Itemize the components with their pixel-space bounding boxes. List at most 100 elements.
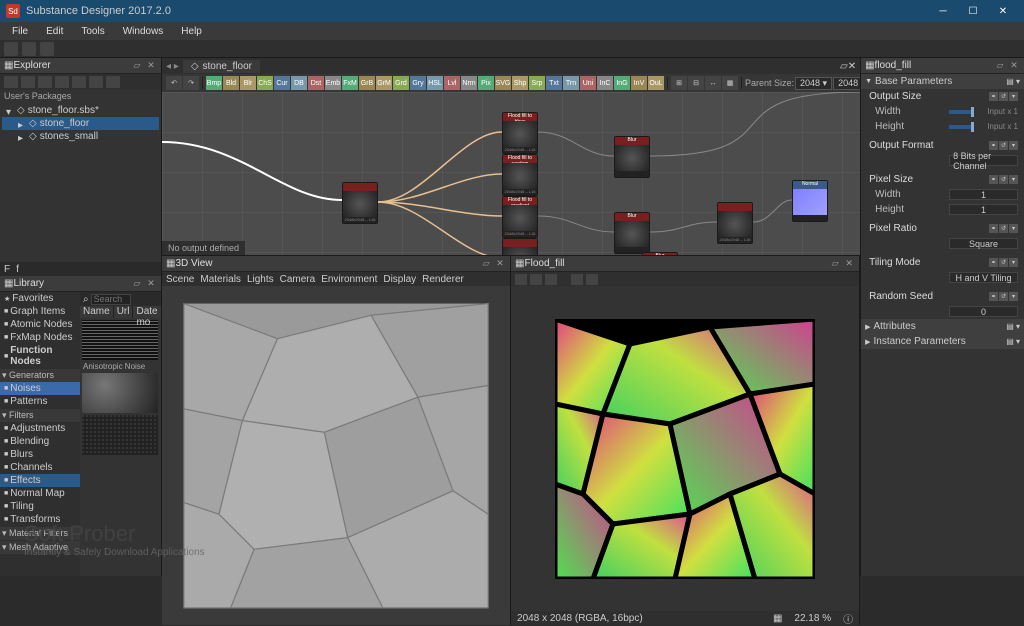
- node-chip-srp[interactable]: Srp: [529, 76, 545, 90]
- graph-node[interactable]: Blur: [614, 136, 650, 178]
- explorer-tool-button[interactable]: [72, 76, 86, 88]
- tree-item[interactable]: ▸◇stone_floor: [2, 117, 159, 130]
- library-category[interactable]: ■Effects: [0, 474, 80, 487]
- library-column[interactable]: Date mo: [133, 306, 161, 318]
- parent-size-dropdown[interactable]: 2048 ▾: [833, 77, 860, 90]
- explorer-tool-button[interactable]: [38, 76, 52, 88]
- panel-close-button[interactable]: ✕: [494, 258, 506, 270]
- grid-icon[interactable]: ▦: [773, 613, 782, 624]
- explorer-tool-button[interactable]: [4, 76, 18, 88]
- graph-node[interactable]: Flood fill to random2048x2048 – L16: [502, 154, 538, 196]
- tree-item[interactable]: ▾◇stone_floor.sbs*: [2, 104, 159, 117]
- view3d-menu-display[interactable]: Display: [383, 274, 416, 285]
- link-icon[interactable]: ⚭: [989, 141, 998, 150]
- view2d-tool-button[interactable]: [515, 274, 527, 285]
- view3d-menu-renderer[interactable]: Renderer: [422, 274, 464, 285]
- library-category[interactable]: ■Function Nodes: [0, 344, 80, 368]
- graph-node[interactable]: 2048x2048 – L16: [342, 182, 378, 224]
- graph-tab[interactable]: ◇ stone_floor: [183, 60, 260, 73]
- node-chip-svg[interactable]: SVG: [495, 76, 511, 90]
- explorer-tool-button[interactable]: [89, 76, 103, 88]
- library-category[interactable]: ■Blending: [0, 435, 80, 448]
- node-chip-bld[interactable]: Bld: [223, 76, 239, 90]
- node-chip-inc[interactable]: InC: [597, 76, 613, 90]
- view2d-tool-button[interactable]: [545, 274, 557, 285]
- graph-tab-nav[interactable]: ◂ ▸: [166, 61, 179, 72]
- graph-node[interactable]: Blur: [642, 252, 678, 255]
- library-category[interactable]: ■Noises: [0, 382, 80, 395]
- node-chip-uni[interactable]: Uni: [580, 76, 596, 90]
- node-chip-lvl[interactable]: Lvl: [444, 76, 460, 90]
- library-category[interactable]: ■Patterns: [0, 395, 80, 408]
- menu-icon[interactable]: ▾: [1009, 141, 1018, 150]
- prop-value[interactable]: 1: [949, 189, 1018, 200]
- menu-windows[interactable]: Windows: [115, 24, 172, 39]
- prop-slider[interactable]: [949, 110, 974, 114]
- prop-value[interactable]: 1: [949, 204, 1018, 215]
- library-category[interactable]: ■Atomic Nodes: [0, 318, 80, 331]
- node-chip-inv[interactable]: InV: [631, 76, 647, 90]
- menu-icon[interactable]: ▾: [1009, 224, 1018, 233]
- library-thumbnail[interactable]: [82, 415, 158, 455]
- graph-view-button[interactable]: ↔: [705, 76, 721, 90]
- link-icon[interactable]: ⚭: [989, 258, 998, 267]
- panel-float-button[interactable]: ▱: [840, 61, 848, 72]
- menu-icon[interactable]: ▾: [1009, 175, 1018, 184]
- library-category[interactable]: ■Tiling: [0, 500, 80, 513]
- reset-icon[interactable]: ↺: [999, 224, 1008, 233]
- toolbar-button[interactable]: [40, 42, 54, 56]
- library-category[interactable]: ■Normal Map: [0, 487, 80, 500]
- menu-icon[interactable]: ▾: [1009, 258, 1018, 267]
- library-category[interactable]: ■Adjustments: [0, 422, 80, 435]
- node-chip-pix[interactable]: Pix: [478, 76, 494, 90]
- panel-float-button[interactable]: ▱: [480, 258, 492, 270]
- view3d-menu-lights[interactable]: Lights: [247, 274, 274, 285]
- view3d-menu-environment[interactable]: Environment: [321, 274, 377, 285]
- graph-undo-button[interactable]: ↷: [183, 76, 199, 90]
- node-chip-grd[interactable]: Grd: [393, 76, 409, 90]
- prop-value[interactable]: 8 Bits per Channel: [949, 155, 1018, 166]
- menu-file[interactable]: File: [4, 24, 36, 39]
- reset-icon[interactable]: ↺: [999, 292, 1008, 301]
- node-chip-grm[interactable]: GrM: [376, 76, 392, 90]
- node-chip-ing[interactable]: InG: [614, 76, 630, 90]
- prop-section-header[interactable]: ▼Base Parameters▤ ▾: [861, 74, 1024, 89]
- section-menu-icon[interactable]: ▤ ▾: [1006, 337, 1020, 346]
- link-icon[interactable]: ⚭: [989, 92, 998, 101]
- library-column[interactable]: Name: [80, 306, 114, 318]
- panel-close-button[interactable]: ✕: [848, 61, 856, 72]
- node-chip-emb[interactable]: Emb: [325, 76, 341, 90]
- graph-view-button[interactable]: ⊞: [671, 76, 687, 90]
- menu-tools[interactable]: Tools: [73, 24, 112, 39]
- panel-float-button[interactable]: ▱: [131, 278, 143, 290]
- graph-node[interactable]: 2048x2048 – L16: [717, 202, 753, 244]
- panel-close-button[interactable]: ✕: [145, 278, 157, 290]
- graph-undo-button[interactable]: ↶: [166, 76, 182, 90]
- window-close-button[interactable]: ✕: [988, 0, 1018, 22]
- info-icon[interactable]: ⓘ: [843, 611, 853, 626]
- prop-section-header[interactable]: ▶Attributes▤ ▾: [861, 319, 1024, 334]
- toolbar-button[interactable]: [22, 42, 36, 56]
- view2d-tool-button[interactable]: [586, 274, 598, 285]
- library-category[interactable]: ■Blurs: [0, 448, 80, 461]
- node-chip-db[interactable]: DB: [291, 76, 307, 90]
- prop-section-header[interactable]: ▶Instance Parameters▤ ▾: [861, 334, 1024, 349]
- view3d-menu-materials[interactable]: Materials: [200, 274, 241, 285]
- graph-node[interactable]: Flood fill to bbox2048x2048 – L16: [502, 112, 538, 154]
- link-icon[interactable]: ⚭: [989, 175, 998, 184]
- explorer-tool-button[interactable]: [21, 76, 35, 88]
- window-minimize-button[interactable]: ─: [928, 0, 958, 22]
- link-icon[interactable]: ⚭: [989, 224, 998, 233]
- reset-icon[interactable]: ↺: [999, 92, 1008, 101]
- node-chip-cur[interactable]: Cur: [274, 76, 290, 90]
- library-category[interactable]: ■Graph Items: [0, 305, 80, 318]
- prop-value[interactable]: 0: [949, 306, 1018, 317]
- menu-icon[interactable]: ▾: [1009, 92, 1018, 101]
- node-chip-dst[interactable]: Dst: [308, 76, 324, 90]
- menu-edit[interactable]: Edit: [38, 24, 71, 39]
- prop-slider[interactable]: [949, 125, 974, 129]
- node-chip-txt[interactable]: Txt: [546, 76, 562, 90]
- view3d-menu-scene[interactable]: Scene: [166, 274, 194, 285]
- node-chip-hsl[interactable]: HSL: [427, 76, 443, 90]
- node-chip-fxm[interactable]: FxM: [342, 76, 358, 90]
